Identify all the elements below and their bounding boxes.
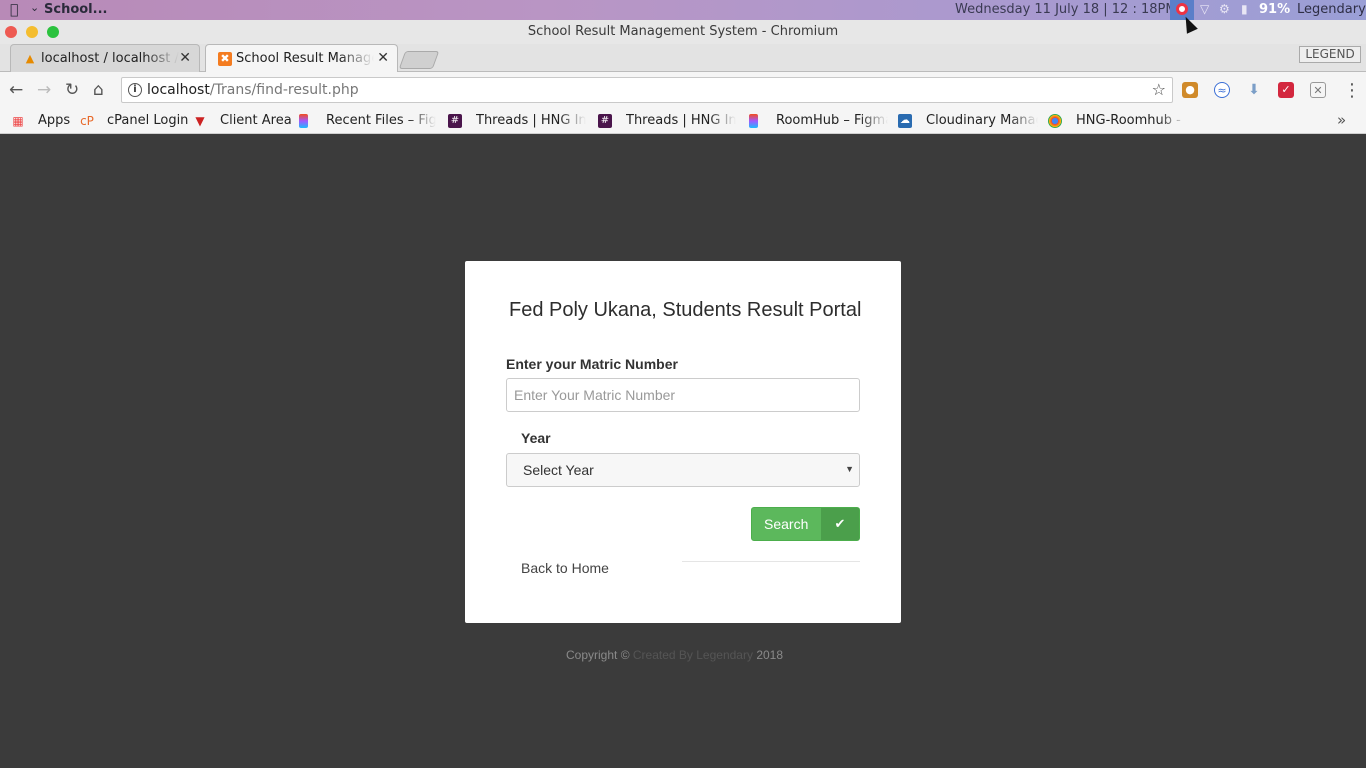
tab-close-icon[interactable]: ✕ (179, 45, 191, 72)
bookmark-apps[interactable]: Apps (38, 113, 70, 128)
tab-school-result[interactable]: ✖ School Result Manager ✕ (205, 44, 398, 72)
info-icon[interactable]: i (128, 83, 142, 97)
extension-x-icon[interactable]: ✕ (1310, 82, 1326, 98)
address-bar[interactable]: i localhost/Trans/find-result.php ☆ (121, 77, 1173, 103)
tab-strip: ▲ localhost / localhost / t ✕ ✖ School R… (0, 44, 1366, 72)
page-title: Fed Poly Ukana, Students Result Portal (509, 299, 862, 321)
url-path: /Trans/find-result.php (209, 82, 359, 98)
tab-phpmyadmin[interactable]: ▲ localhost / localhost / t ✕ (10, 44, 200, 72)
user-menu[interactable]: Legendary (1297, 2, 1366, 17)
chevron-down-icon: ▼ (845, 464, 854, 474)
apps-grid-icon: ▦ (12, 114, 24, 128)
cpanel-icon: cP (80, 114, 94, 128)
wifi-icon[interactable]: ▽ (1200, 2, 1209, 16)
browser-menu-icon[interactable]: ⋮ (1343, 80, 1361, 101)
bookmark-figma-recent[interactable]: Recent Files – Figm (326, 113, 436, 128)
download-icon[interactable]: ⬇ (1246, 82, 1262, 98)
chevron-down-icon[interactable]: ⌄ (30, 1, 39, 14)
credit-link[interactable]: Created By Legendary (633, 648, 753, 662)
copyright-year: 2018 (756, 648, 784, 662)
bookmark-star-icon[interactable]: ☆ (1152, 80, 1166, 99)
hash-icon: # (448, 114, 462, 128)
search-button[interactable]: Search ✔ (751, 507, 860, 541)
matric-input[interactable]: Enter Your Matric Number (506, 378, 860, 412)
bookmark-threads-1[interactable]: Threads | HNG Inte (476, 113, 586, 128)
figma-icon (299, 114, 308, 128)
result-search-card: Fed Poly Ukana, Students Result Portal E… (465, 261, 901, 623)
bookmarks-bar: ▦ Apps cP cPanel Login ▼ Client Area Rec… (0, 108, 1366, 134)
forward-arrow-icon[interactable]: → (37, 80, 51, 100)
matric-placeholder: Enter Your Matric Number (514, 387, 676, 403)
divider (682, 561, 860, 562)
clock[interactable]: Wednesday 11 July 18 | 12 : 18PM (955, 2, 1177, 17)
back-arrow-icon[interactable]: ← (9, 80, 23, 100)
extension-shield-icon[interactable]: ✓ (1278, 82, 1294, 98)
back-to-home-link[interactable]: Back to Home (521, 560, 609, 576)
browser-toolbar: ← → ↻ ⌂ i localhost/Trans/find-result.ph… (0, 72, 1366, 108)
phpmyadmin-icon: ▲ (25, 52, 35, 65)
year-label: Year (521, 430, 551, 446)
reload-icon[interactable]: ↻ (65, 80, 79, 100)
gear-icon[interactable]: ⚙ (1219, 2, 1230, 16)
tab-label: localhost / localhost / t (41, 51, 179, 66)
chrome-icon (1048, 114, 1062, 128)
active-app-name[interactable]: School... (44, 2, 107, 17)
home-icon[interactable]: ⌂ (93, 80, 104, 100)
url-host: localhost (147, 82, 210, 98)
system-menubar:  ⌄ School... Wednesday 11 July 18 | 12 … (0, 0, 1366, 20)
more-bookmarks-icon[interactable]: » (1337, 111, 1346, 129)
copyright-prefix: Copyright © (566, 648, 630, 662)
year-select[interactable]: Select Year ▼ (506, 453, 860, 487)
extension-honey-icon[interactable]: ● (1182, 82, 1198, 98)
bookmark-roomhub-figma[interactable]: RoomHub – Figma (776, 113, 888, 128)
new-tab-button[interactable] (398, 51, 440, 69)
window-minimize-button[interactable] (26, 26, 38, 38)
window-close-button[interactable] (5, 26, 17, 38)
tab-label: School Result Manager (236, 51, 374, 66)
cloudinary-icon: ☁ (898, 114, 912, 128)
url-text[interactable]: localhost/Trans/find-result.php (147, 82, 359, 98)
bookmark-cloudinary[interactable]: Cloudinary Manag (926, 113, 1038, 128)
window-title: School Result Management System - Chromi… (527, 24, 839, 39)
matric-label: Enter your Matric Number (506, 356, 678, 372)
page-viewport: Fed Poly Ukana, Students Result Portal E… (0, 135, 1366, 768)
hash-icon: # (598, 114, 612, 128)
tab-close-icon[interactable]: ✕ (377, 45, 389, 72)
extension-sync-icon[interactable]: ≈ (1214, 82, 1230, 98)
figma-icon (749, 114, 758, 128)
bookmark-client-area[interactable]: Client Area (220, 113, 292, 128)
footer-copyright: Copyright © Created By Legendary 2018 (566, 648, 783, 662)
bookmark-hng-roomhub[interactable]: HNG-Roomhub - F (1076, 113, 1186, 128)
window-titlebar: School Result Management System - Chromi… (0, 20, 1366, 44)
search-button-label: Search (764, 516, 809, 532)
battery-icon[interactable]: ▮ (1241, 2, 1248, 16)
year-selected-value: Select Year (523, 462, 594, 478)
bookmark-threads-2[interactable]: Threads | HNG Inte (626, 113, 736, 128)
check-icon: ✔ (821, 508, 859, 540)
battery-level: 91% (1259, 2, 1291, 17)
apple-menu-icon[interactable]:  (10, 2, 18, 18)
shield-icon: ▼ (195, 114, 205, 128)
bookmark-cpanel[interactable]: cPanel Login (107, 113, 188, 128)
profile-badge[interactable]: LEGEND (1299, 46, 1361, 63)
window-maximize-button[interactable] (47, 26, 59, 38)
xampp-icon: ✖ (218, 52, 232, 66)
